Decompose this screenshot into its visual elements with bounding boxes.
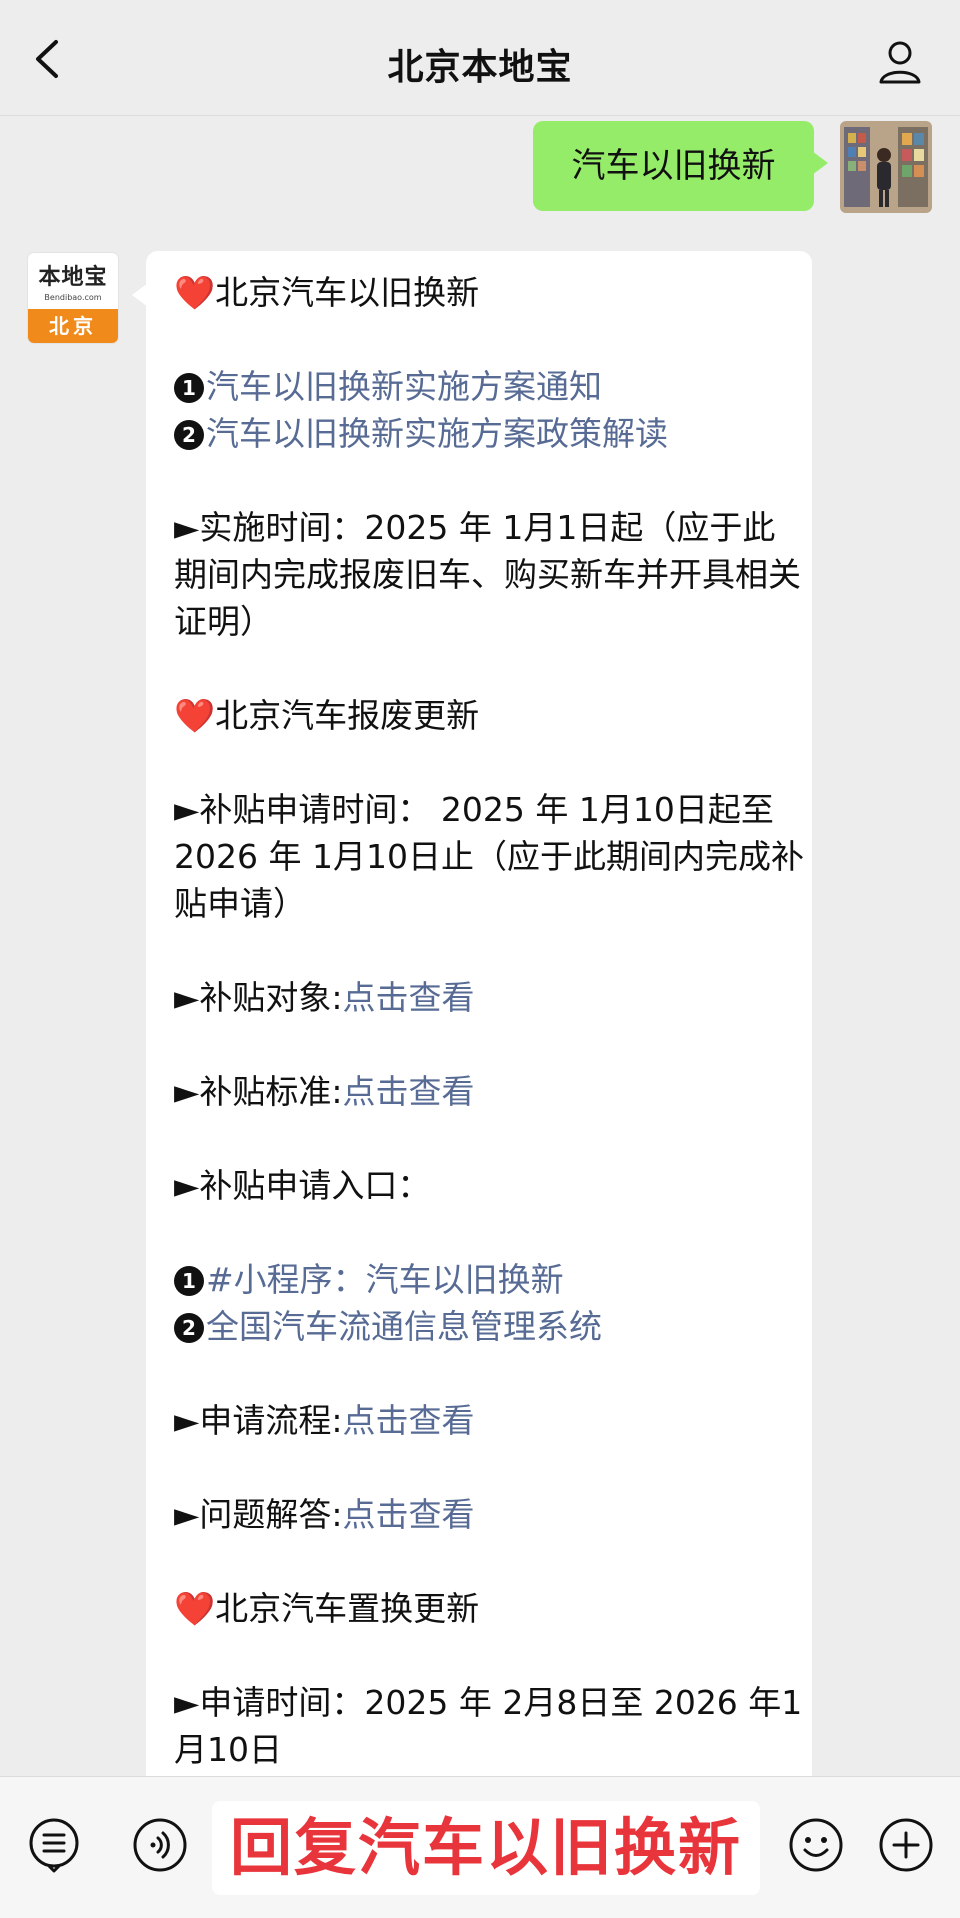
section-title-text: 北京汽车报废更新 xyxy=(215,696,480,735)
brand-logo: 本地宝 Bendibao.com xyxy=(28,253,118,309)
heart-icon: ❤️ xyxy=(174,1589,216,1628)
brand-url: Bendibao.com xyxy=(44,293,102,302)
implementation-time-text: ►实施时间：2025 年 1月1日起（应于此期间内完成报废旧车、购买新车并开具相… xyxy=(174,508,801,641)
subsidy-time-text: ►补贴申请时间： 2025 年 1月10日起至 2026 年 1月10日止（应于… xyxy=(174,790,804,923)
heart-icon: ❤️ xyxy=(174,273,216,312)
number-2-icon: 2 xyxy=(174,420,204,450)
subsidy-target-label: ►补贴对象: xyxy=(174,978,343,1017)
section-title: ❤️北京汽车以旧换新 xyxy=(174,269,804,316)
list-item: 2 汽车以旧换新实施方案政策解读 xyxy=(174,410,804,457)
list-item: ►问题解答:点击查看 xyxy=(174,1491,804,1538)
promo-banner[interactable]: 回复汽车以旧换新 xyxy=(212,1801,760,1895)
section-title-text: 北京汽车以旧换新 xyxy=(215,273,480,312)
section-title: ❤️北京汽车置换更新 xyxy=(174,1585,804,1632)
list-item: ►申请流程:点击查看 xyxy=(174,1397,804,1444)
section-title: ❤️北京汽车报废更新 xyxy=(174,692,804,739)
brand-name: 本地宝 xyxy=(38,264,108,290)
bot-message-bubble: ❤️北京汽车以旧换新 1 汽车以旧换新实施方案通知 2 汽车以旧换新实施方案政策解读… xyxy=(132,251,812,1791)
voice-icon[interactable] xyxy=(132,1817,188,1873)
subsidy-entry-label: ►补贴申请入口： xyxy=(174,1166,431,1205)
top-bar: 北京本地宝 xyxy=(0,0,960,116)
number-1-icon: 1 xyxy=(174,373,204,403)
emoji-icon[interactable] xyxy=(788,1817,844,1873)
link-policy-interpretation[interactable]: 汽车以旧换新实施方案政策解读 xyxy=(206,414,668,453)
list-item: ►补贴标准:点击查看 xyxy=(174,1068,804,1115)
my-avatar[interactable] xyxy=(840,121,932,213)
bot-message-content: ❤️北京汽车以旧换新 1 汽车以旧换新实施方案通知 2 汽车以旧换新实施方案政策解读… xyxy=(174,269,804,1773)
list-item: 1 #小程序：汽车以旧换新 xyxy=(174,1256,804,1303)
my-message-bubble: 汽车以旧换新 xyxy=(533,121,828,211)
section-title-text: 北京汽车置换更新 xyxy=(215,1589,480,1628)
link-management-system[interactable]: 全国汽车流通信息管理系统 xyxy=(206,1307,602,1346)
menu-list-icon[interactable] xyxy=(26,1817,82,1873)
replacement-time-text: ►申请时间：2025 年 2月8日至 2026 年1月10日 xyxy=(174,1683,803,1769)
list-item: 2 全国汽车流通信息管理系统 xyxy=(174,1303,804,1350)
plus-icon[interactable] xyxy=(878,1817,934,1873)
process-label: ►申请流程: xyxy=(174,1401,343,1440)
my-message-text: 汽车以旧换新 xyxy=(571,146,776,186)
list-item: 1 汽车以旧换新实施方案通知 xyxy=(174,363,804,410)
subsidy-standard-label: ►补贴标准: xyxy=(174,1072,343,1111)
number-2-icon: 2 xyxy=(174,1313,204,1343)
heart-icon: ❤️ xyxy=(174,696,216,735)
link-subsidy-standard[interactable]: 点击查看 xyxy=(343,1072,475,1111)
bot-avatar[interactable]: 本地宝 Bendibao.com 北京 xyxy=(28,253,118,343)
number-1-icon: 1 xyxy=(174,1266,204,1296)
page-title: 北京本地宝 xyxy=(387,47,573,88)
brand-city: 北京 xyxy=(28,309,118,343)
link-mini-program[interactable]: #小程序：汽车以旧换新 xyxy=(206,1260,564,1299)
faq-label: ►问题解答: xyxy=(174,1495,343,1534)
user-icon[interactable] xyxy=(876,38,924,86)
list-item: ►补贴对象:点击查看 xyxy=(174,974,804,1021)
link-subsidy-target[interactable]: 点击查看 xyxy=(343,978,475,1017)
link-process[interactable]: 点击查看 xyxy=(343,1401,475,1440)
link-policy-notice[interactable]: 汽车以旧换新实施方案通知 xyxy=(206,367,602,406)
link-faq[interactable]: 点击查看 xyxy=(343,1495,475,1534)
bottom-bar: 回复汽车以旧换新 xyxy=(0,1776,960,1918)
